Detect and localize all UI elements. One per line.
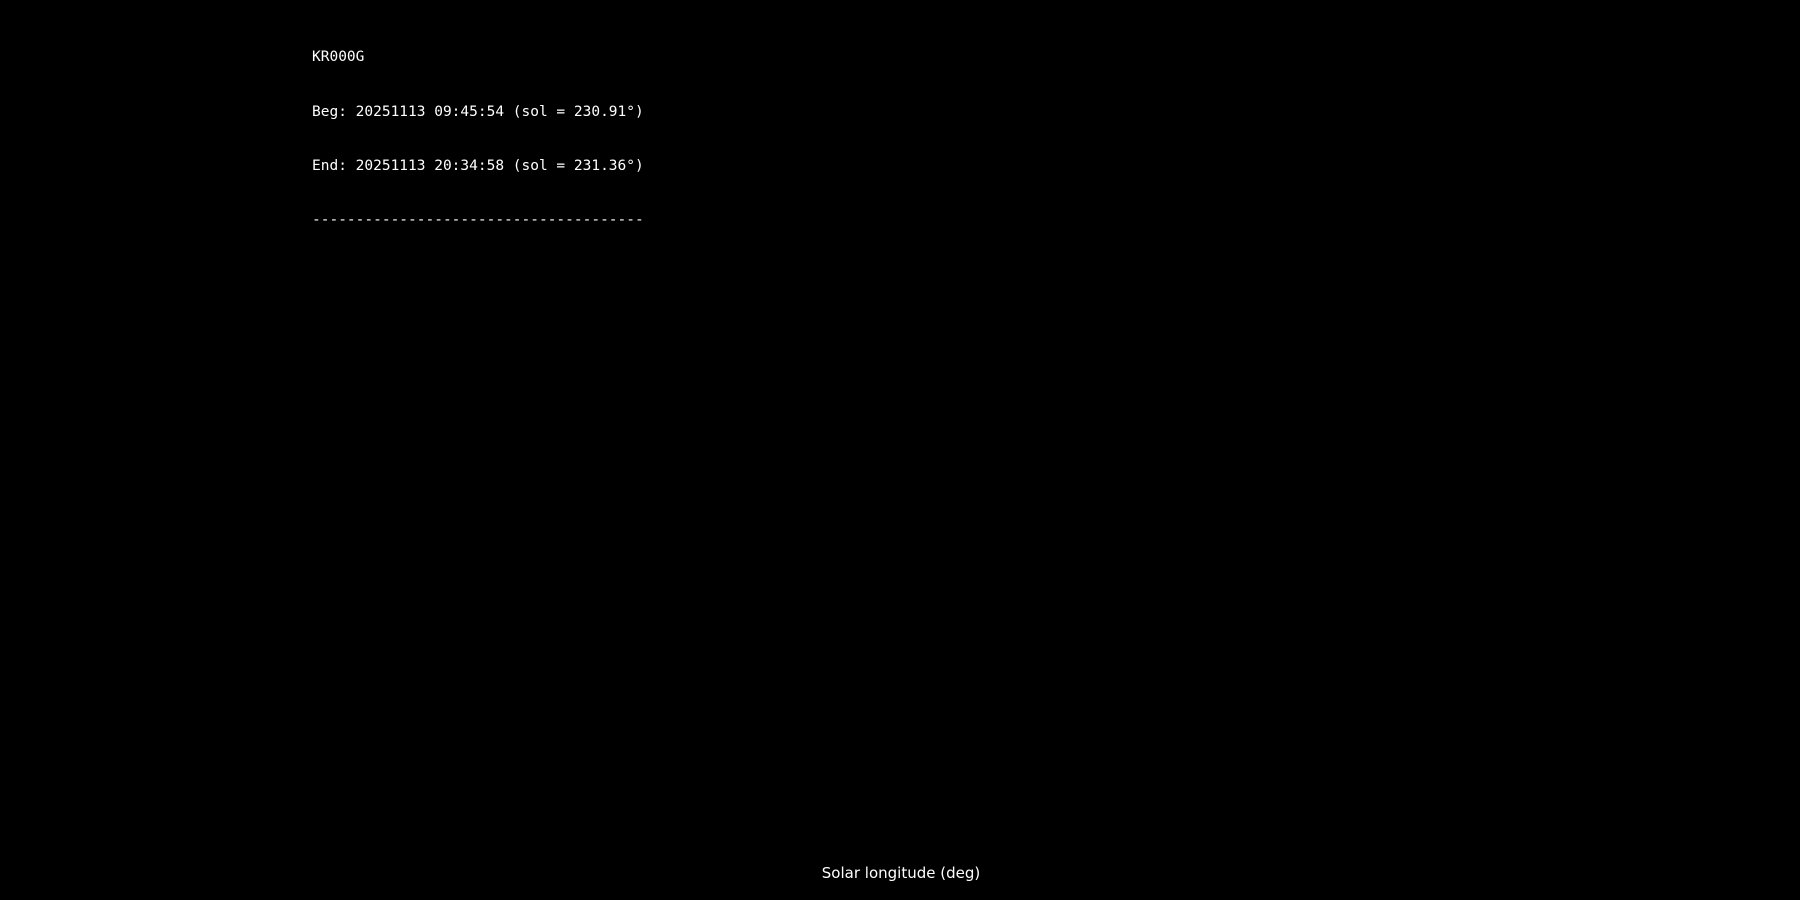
separator-line: -------------------------------------- [312,212,644,229]
x-axis-label: Solar longitude (deg) [822,864,980,882]
radiant-plot-canvas: Solar longitude (deg) [822,864,980,882]
end-line: End: 20251113 20:34:58 (sol = 231.36°) [312,158,644,174]
station-id: KR000G [312,49,365,66]
info-block: KR000G Beg: 20251113 09:45:54 (sol = 230… [312,12,644,284]
beg-line: Beg: 20251113 09:45:54 (sol = 230.91°) [312,103,644,120]
